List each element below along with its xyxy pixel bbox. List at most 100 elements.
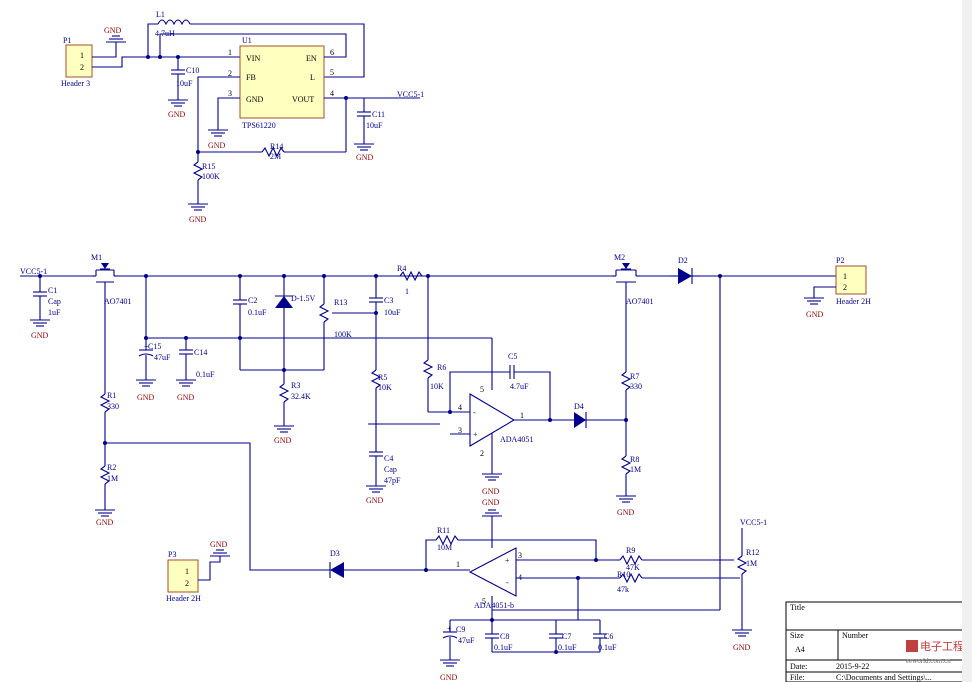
svg-text:+: +	[505, 556, 510, 565]
svg-text:0.1uF: 0.1uF	[558, 643, 577, 652]
svg-text:GND: GND	[617, 508, 635, 517]
svg-text:GND: GND	[274, 436, 292, 445]
p1-header: P1 Header 3 1 2	[61, 36, 93, 88]
title-label: Title	[790, 603, 805, 612]
svg-text:R15: R15	[202, 162, 215, 171]
svg-text:M1: M1	[91, 253, 102, 262]
svg-text:R13: R13	[334, 298, 347, 307]
svg-text:330: 330	[107, 402, 119, 411]
svg-text:5: 5	[330, 68, 334, 77]
gnd-p1: GND	[104, 26, 126, 43]
svg-text:VIN: VIN	[246, 54, 260, 63]
svg-text:TPS61220: TPS61220	[242, 121, 276, 130]
svg-text:C8: C8	[500, 632, 509, 641]
svg-text:FB: FB	[246, 73, 256, 82]
svg-text:VCC5-1: VCC5-1	[20, 267, 47, 276]
svg-text:R4: R4	[397, 264, 406, 273]
gnd-p2: GND	[804, 297, 824, 319]
p1-designator: P1	[63, 36, 71, 45]
mosfet-m2: M2 AO7401	[612, 253, 654, 306]
svg-text:1: 1	[456, 560, 460, 569]
svg-text:GND: GND	[733, 643, 751, 652]
svg-text:2: 2	[185, 579, 189, 588]
svg-text:4: 4	[330, 89, 334, 98]
svg-text:R6: R6	[437, 363, 446, 372]
svg-text:1uF: 1uF	[48, 308, 61, 317]
svg-text:D2: D2	[678, 256, 688, 265]
svg-text:Cap: Cap	[48, 297, 61, 306]
svg-text:0.1uF: 0.1uF	[494, 643, 513, 652]
capacitor-c2: C2 0.1uF	[233, 276, 267, 338]
svg-text:3: 3	[228, 89, 232, 98]
gnd-u1: GND	[208, 129, 228, 150]
svg-text:GND: GND	[168, 110, 186, 119]
svg-text:R10: R10	[617, 570, 630, 579]
schematic-sheet: P1 Header 3 1 2 GND L1 4.7uH U1 TPS61220…	[20, 0, 972, 682]
svg-text:1M: 1M	[630, 465, 641, 474]
svg-text:R9: R9	[626, 546, 635, 555]
svg-text:2: 2	[480, 449, 484, 458]
capacitor-c11: C11 10uF GND	[354, 98, 385, 162]
svg-text:32.4K: 32.4K	[291, 392, 311, 401]
diode-d1: D-1.5V	[275, 276, 315, 370]
svg-text:R12: R12	[746, 548, 759, 557]
svg-text:R5: R5	[378, 373, 387, 382]
capacitor-c9: + C9 47uF GND	[440, 620, 475, 682]
svg-text:-: -	[473, 408, 476, 417]
svg-text:ADA4051: ADA4051	[500, 435, 533, 444]
svg-text:2: 2	[843, 283, 847, 292]
svg-text:1: 1	[185, 567, 189, 576]
resistor-r7: R7 330	[620, 371, 642, 391]
svg-text:C2: C2	[248, 296, 257, 305]
size-label: Size	[790, 631, 804, 640]
svg-text:1: 1	[228, 48, 232, 57]
resistor-r11: R11 10M	[435, 526, 459, 552]
svg-text:R3: R3	[291, 381, 300, 390]
svg-text:GND: GND	[482, 487, 500, 496]
capacitor-c1: C1 Cap 1uF GND	[30, 274, 61, 340]
svg-text:R14: R14	[270, 142, 283, 151]
svg-text:D4: D4	[574, 402, 584, 411]
svg-text:1: 1	[843, 272, 847, 281]
resistor-r2: R2 1M GND	[95, 463, 118, 527]
diode-d2: D2	[670, 256, 700, 284]
gnd-u2: GND	[482, 473, 502, 496]
diode-d3: D3	[329, 549, 344, 578]
svg-text:10uF: 10uF	[384, 308, 401, 317]
svg-text:Header 2H: Header 2H	[836, 297, 871, 306]
svg-text:GND: GND	[210, 540, 228, 549]
watermark-url: eeworld.com.cn	[906, 657, 951, 665]
svg-text:GND: GND	[189, 215, 207, 224]
svg-text:10K: 10K	[378, 383, 392, 392]
svg-text:VOUT: VOUT	[292, 95, 314, 104]
svg-text:GND: GND	[31, 331, 49, 340]
resistor-r3: R3 32.4K GND	[274, 370, 311, 445]
svg-text:10M: 10M	[437, 543, 452, 552]
svg-text:GND: GND	[208, 141, 226, 150]
svg-text:1M: 1M	[107, 474, 118, 483]
scrollbar[interactable]	[962, 0, 972, 682]
svg-text:P3: P3	[168, 550, 176, 559]
svg-text:4.7uF: 4.7uF	[510, 382, 529, 391]
svg-text:47uF: 47uF	[154, 353, 171, 362]
resistor-r4: R4 1	[397, 264, 423, 296]
svg-text:GND: GND	[356, 153, 374, 162]
svg-text:C6: C6	[604, 632, 613, 641]
number-label: Number	[842, 631, 869, 640]
svg-text:AO7401: AO7401	[626, 297, 654, 306]
svg-text:C3: C3	[384, 296, 393, 305]
svg-text:GND: GND	[137, 393, 155, 402]
svg-text:U1: U1	[242, 36, 252, 45]
diode-d4: D4	[574, 402, 587, 428]
resistor-r9: R9 47K	[619, 546, 643, 572]
date-value: 2015-9-22	[836, 662, 869, 671]
svg-text:Cap: Cap	[384, 465, 397, 474]
svg-text:1M: 1M	[746, 559, 757, 568]
svg-text:D3: D3	[330, 549, 340, 558]
svg-text:47uF: 47uF	[458, 636, 475, 645]
gnd-p3: GND	[210, 540, 230, 557]
svg-text:GND: GND	[440, 673, 458, 682]
capacitor-c3: C3 10uF	[369, 276, 401, 370]
capacitor-c14: C14 0.1uF GND	[176, 338, 215, 402]
svg-text:D-1.5V: D-1.5V	[291, 294, 315, 303]
